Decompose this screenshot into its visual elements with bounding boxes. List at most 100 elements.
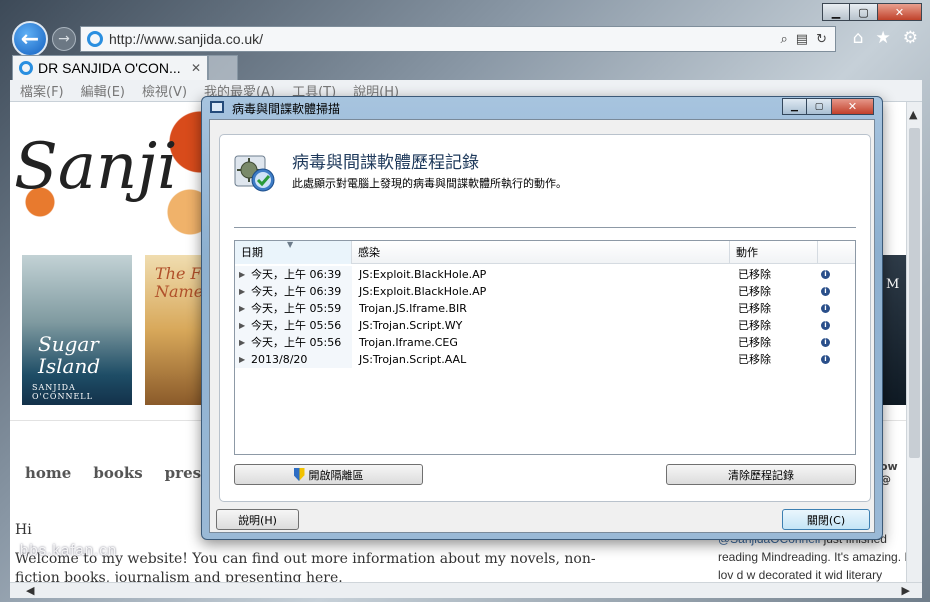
history-table: ▼ 日期 感染 動作 ▶ 今天，上午 06:39 JS:Exploit.Blac… bbox=[234, 240, 856, 455]
row-infection: Trojan.JS.Iframe.BIR bbox=[359, 302, 467, 315]
clear-history-button[interactable]: 清除歷程記錄 bbox=[666, 464, 856, 485]
info-icon[interactable]: i bbox=[821, 270, 830, 279]
row-infection: JS:Trojan.Script.AAL bbox=[359, 353, 467, 366]
row-date: 今天，上午 06:39 bbox=[251, 268, 342, 281]
info-icon[interactable]: i bbox=[821, 321, 830, 330]
menu-view[interactable]: 檢視(V) bbox=[142, 81, 187, 100]
watermark-text: bbs.kafan.cn bbox=[20, 542, 118, 559]
row-action: 已移除 bbox=[738, 285, 771, 298]
table-row[interactable]: ▶ 今天，上午 06:39 JS:Exploit.BlackHole.AP 已移… bbox=[235, 283, 855, 300]
help-button[interactable]: 說明(H) bbox=[216, 509, 299, 530]
menu-file[interactable]: 檔案(F) bbox=[20, 81, 64, 100]
open-quarantine-button[interactable]: 開啟隔離區 bbox=[234, 464, 423, 485]
scroll-right-arrow-icon[interactable]: ▶ bbox=[902, 584, 910, 597]
info-icon[interactable]: i bbox=[821, 304, 830, 313]
virus-scan-icon bbox=[234, 155, 275, 192]
book-cover-title: Sugar Island bbox=[38, 332, 101, 378]
header-banner: Sanji bbox=[10, 102, 220, 237]
row-date: 今天，上午 05:59 bbox=[251, 302, 342, 315]
dialog-close-button[interactable]: ✕ bbox=[832, 98, 874, 115]
expand-arrow-icon[interactable]: ▶ bbox=[239, 351, 245, 368]
refresh-icon[interactable]: ↻ bbox=[816, 32, 827, 47]
virus-scan-dialog: 病毒與間諜軟體掃描 ▁ ▢ ✕ 病毒與間諜軟體歷程記錄 此處顯示對電腦上發現的病… bbox=[201, 96, 883, 540]
close-button[interactable]: 關閉(C) bbox=[782, 509, 870, 530]
row-date: 今天，上午 05:56 bbox=[251, 336, 342, 349]
home-icon[interactable]: ⌂ bbox=[853, 28, 864, 48]
row-infection: JS:Exploit.BlackHole.AP bbox=[359, 268, 487, 281]
compat-view-icon[interactable]: ▤ bbox=[796, 32, 808, 47]
table-row[interactable]: ▶ 今天，上午 05:56 Trojan.Iframe.CEG 已移除 i bbox=[235, 334, 855, 351]
ie-logo-icon bbox=[87, 31, 103, 47]
horizontal-scrollbar[interactable]: ◀ ▶ bbox=[10, 582, 922, 598]
address-bar[interactable]: http://www.sanjida.co.uk/ ⌕ ▤ ↻ bbox=[80, 26, 836, 52]
book-cover-author: SANJIDA O'CONNELL bbox=[32, 383, 93, 401]
search-icon[interactable]: ⌕ bbox=[781, 32, 788, 47]
row-date: 今天，上午 05:56 bbox=[251, 319, 342, 332]
sort-caret-icon: ▼ bbox=[287, 240, 294, 249]
row-infection: JS:Trojan.Script.WY bbox=[359, 319, 463, 332]
info-icon[interactable]: i bbox=[821, 287, 830, 296]
address-url[interactable]: http://www.sanjida.co.uk/ bbox=[109, 31, 781, 47]
vertical-scrollbar[interactable]: ▲ bbox=[906, 102, 922, 582]
table-row[interactable]: ▶ 2013/8/20 JS:Trojan.Script.AAL 已移除 i bbox=[235, 351, 855, 368]
dialog-maximize-button[interactable]: ▢ bbox=[807, 98, 832, 115]
info-icon[interactable]: i bbox=[821, 338, 830, 347]
history-heading: 病毒與間諜軟體歷程記錄 bbox=[292, 153, 479, 173]
row-action: 已移除 bbox=[738, 319, 771, 332]
row-infection: Trojan.Iframe.CEG bbox=[359, 336, 458, 349]
dialog-minimize-button[interactable]: ▁ bbox=[782, 98, 807, 115]
scroll-up-arrow-icon[interactable]: ▲ bbox=[909, 108, 917, 121]
row-action: 已移除 bbox=[738, 302, 771, 315]
browser-tab[interactable]: DR SANJIDA O'CON... ✕ bbox=[12, 55, 208, 80]
expand-arrow-icon[interactable]: ▶ bbox=[239, 266, 245, 283]
menu-edit[interactable]: 編輯(E) bbox=[81, 81, 125, 100]
greeting-text: Hi bbox=[15, 522, 32, 538]
nav-home[interactable]: home bbox=[25, 464, 71, 482]
site-navigation: home books press bbox=[25, 464, 210, 482]
history-panel: 病毒與間諜軟體歷程記錄 此處顯示對電腦上發現的病毒與間諜軟體所執行的動作。 ▼ … bbox=[219, 134, 871, 502]
gear-icon[interactable]: ⚙ bbox=[903, 28, 918, 48]
row-date: 2013/8/20 bbox=[251, 353, 308, 366]
back-arrow-icon: ← bbox=[20, 26, 40, 52]
minimize-button[interactable]: ▁ bbox=[822, 3, 850, 21]
row-action: 已移除 bbox=[738, 336, 771, 349]
close-window-button[interactable]: ✕ bbox=[878, 3, 922, 21]
tab-close-icon[interactable]: ✕ bbox=[191, 61, 207, 75]
book-cover-sugar-island[interactable]: Sugar Island SANJIDA O'CONNELL bbox=[22, 255, 132, 405]
row-infection: JS:Exploit.BlackHole.AP bbox=[359, 285, 487, 298]
column-header-infection[interactable]: 感染 bbox=[352, 241, 730, 264]
expand-arrow-icon[interactable]: ▶ bbox=[239, 317, 245, 334]
header-divider bbox=[234, 227, 856, 228]
forward-arrow-icon: → bbox=[58, 31, 70, 47]
dialog-title: 病毒與間諜軟體掃描 bbox=[232, 102, 341, 116]
twitter-follow-link[interactable]: ow @ bbox=[880, 460, 906, 486]
scroll-thumb[interactable] bbox=[909, 128, 920, 458]
table-row[interactable]: ▶ 今天，上午 05:56 JS:Trojan.Script.WY 已移除 i bbox=[235, 317, 855, 334]
expand-arrow-icon[interactable]: ▶ bbox=[239, 283, 245, 300]
uac-shield-icon bbox=[293, 468, 305, 481]
book-cover-title: The F Name bbox=[155, 264, 204, 301]
scroll-left-arrow-icon[interactable]: ◀ bbox=[26, 584, 34, 597]
table-row[interactable]: ▶ 今天，上午 06:39 JS:Exploit.BlackHole.AP 已移… bbox=[235, 266, 855, 283]
column-header-action[interactable]: 動作 bbox=[730, 241, 818, 264]
forward-button[interactable]: → bbox=[52, 27, 76, 51]
back-button[interactable]: ← bbox=[12, 21, 48, 57]
favorites-star-icon[interactable]: ★ bbox=[876, 28, 891, 48]
book-cover-third[interactable]: M bbox=[880, 255, 906, 405]
expand-arrow-icon[interactable]: ▶ bbox=[239, 334, 245, 351]
new-tab-button[interactable] bbox=[208, 55, 238, 80]
dialog-window-controls: ▁ ▢ ✕ bbox=[782, 98, 874, 115]
nav-books[interactable]: books bbox=[93, 464, 142, 482]
expand-arrow-icon[interactable]: ▶ bbox=[239, 300, 245, 317]
table-row[interactable]: ▶ 今天，上午 05:59 Trojan.JS.Iframe.BIR 已移除 i bbox=[235, 300, 855, 317]
row-action: 已移除 bbox=[738, 268, 771, 281]
column-header-date[interactable]: ▼ 日期 bbox=[235, 240, 352, 264]
table-header: ▼ 日期 感染 動作 bbox=[235, 240, 855, 264]
row-action: 已移除 bbox=[738, 353, 771, 366]
browser-window-controls: ▁ ▢ ✕ bbox=[822, 3, 922, 21]
tab-title: DR SANJIDA O'CON... bbox=[38, 60, 181, 76]
info-icon[interactable]: i bbox=[821, 355, 830, 364]
site-logo[interactable]: Sanji bbox=[14, 130, 178, 204]
maximize-button[interactable]: ▢ bbox=[850, 3, 878, 21]
ie-logo-icon bbox=[19, 61, 33, 75]
